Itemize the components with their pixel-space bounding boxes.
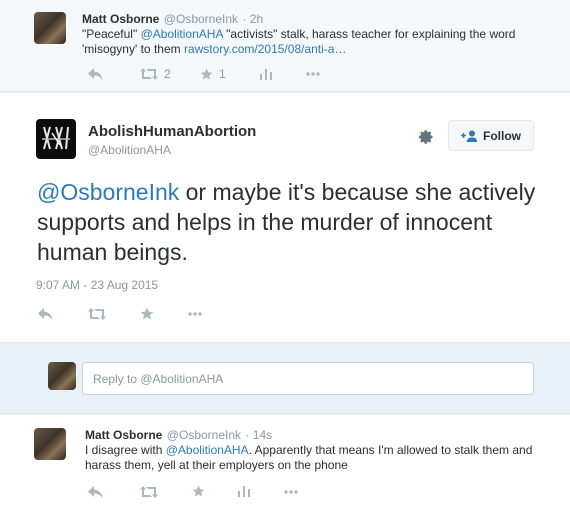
favorite-button[interactable] xyxy=(192,485,238,498)
reply-icon xyxy=(88,68,103,80)
author-handle[interactable]: @AbolitionAHA xyxy=(88,143,256,157)
tweet-actions xyxy=(88,485,298,498)
tweet-header: AbolishHumanAbortion @AbolitionAHA xyxy=(88,123,256,157)
avatar[interactable] xyxy=(34,428,66,460)
star-icon xyxy=(200,68,213,79)
analytics-icon xyxy=(238,486,250,497)
analytics-button[interactable] xyxy=(238,486,284,497)
more-button[interactable] xyxy=(306,72,320,76)
reply-button[interactable] xyxy=(88,485,140,498)
focused-tweet: AbolishHumanAbortion @AbolitionAHA Follo… xyxy=(0,93,570,343)
retweet-icon xyxy=(140,68,158,80)
retweet-icon xyxy=(140,485,158,498)
author-name[interactable]: Matt Osborne xyxy=(82,12,159,26)
reply-tweet[interactable]: Matt Osborne @OsborneInk · 14s I disagre… xyxy=(0,415,570,507)
reply-input[interactable]: Reply to @AbolitionAHA xyxy=(82,362,534,395)
favorite-count: 1 xyxy=(219,67,226,81)
mention-link[interactable]: @OsborneInk xyxy=(37,179,179,205)
retweet-count: 2 xyxy=(164,67,171,81)
tweet-time[interactable]: · 2h xyxy=(242,12,263,26)
author-name[interactable]: AbolishHumanAbortion xyxy=(88,123,256,140)
author-handle[interactable]: @OsborneInk xyxy=(164,12,238,26)
reply-button[interactable] xyxy=(38,308,88,320)
analytics-icon xyxy=(260,68,272,80)
url-link[interactable]: rawstory.com/2015/08/anti-a… xyxy=(184,42,347,56)
author-handle[interactable]: @OsborneInk xyxy=(167,428,241,442)
follow-user-icon xyxy=(461,130,477,142)
mention-link[interactable]: @AbolitionAHA xyxy=(166,443,249,457)
tweet-header: Matt Osborne @OsborneInk · 2h xyxy=(82,10,263,28)
retweet-icon xyxy=(88,308,106,320)
avatar[interactable] xyxy=(34,12,66,44)
avatar[interactable] xyxy=(36,119,76,159)
tweet-text: "Peaceful" @AbolitionAHA "activists" sta… xyxy=(82,27,537,57)
favorite-button[interactable]: 1 xyxy=(200,67,260,81)
tweet-time[interactable]: · 14s xyxy=(245,428,272,442)
more-icon xyxy=(284,489,298,494)
avatar xyxy=(48,362,76,390)
mention-link[interactable]: @AbolitionAHA xyxy=(141,27,223,41)
star-icon xyxy=(192,485,205,497)
tweet-timestamp[interactable]: 9:07 AM - 23 Aug 2015 xyxy=(36,278,158,292)
favorite-button[interactable] xyxy=(140,307,188,321)
tweet-text: @OsborneInk or maybe it's because she ac… xyxy=(37,177,547,267)
more-icon xyxy=(306,72,320,76)
more-button[interactable] xyxy=(188,312,202,316)
tweet-text-part: "Peaceful" xyxy=(82,27,141,41)
follow-button[interactable]: Follow xyxy=(448,120,534,151)
retweet-button[interactable]: 2 xyxy=(140,67,200,81)
tweet-text-part: I disagree with xyxy=(85,443,166,457)
tweet-actions: 2 1 xyxy=(88,67,320,81)
author-name[interactable]: Matt Osborne xyxy=(85,428,162,442)
reply-icon xyxy=(38,308,53,320)
more-icon xyxy=(188,312,202,316)
retweet-button[interactable] xyxy=(88,308,140,320)
reply-composer: Reply to @AbolitionAHA xyxy=(0,344,570,414)
retweet-button[interactable] xyxy=(140,485,192,498)
more-button[interactable] xyxy=(284,489,298,494)
tweet-header: Matt Osborne @OsborneInk · 14s xyxy=(85,426,272,444)
logo-icon xyxy=(42,126,70,150)
gear-icon xyxy=(418,130,433,144)
parent-tweet[interactable]: Matt Osborne @OsborneInk · 2h "Peaceful"… xyxy=(0,0,570,92)
star-icon xyxy=(140,307,154,320)
reply-button[interactable] xyxy=(88,68,140,80)
tweet-actions xyxy=(38,307,202,321)
reply-icon xyxy=(88,485,103,498)
analytics-button[interactable] xyxy=(260,68,306,80)
user-actions-button[interactable] xyxy=(418,129,434,150)
follow-label: Follow xyxy=(483,128,521,143)
tweet-text: I disagree with @AbolitionAHA. Apparentl… xyxy=(85,443,540,473)
